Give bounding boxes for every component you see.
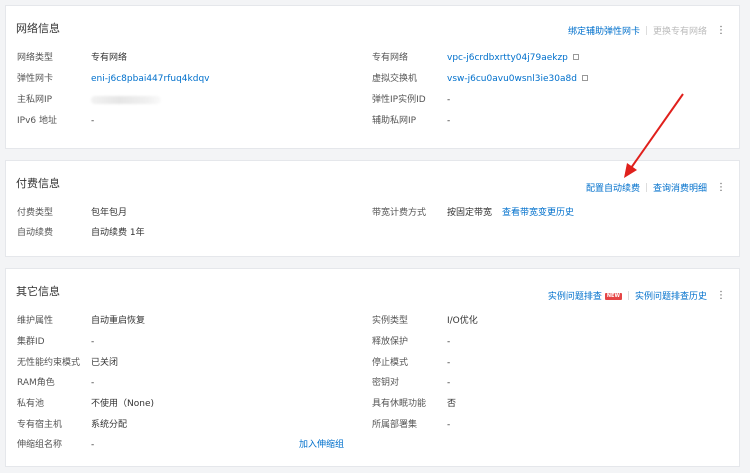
value-stop-mode: -: [447, 358, 451, 368]
bandwidth-history-link[interactable]: 查看带宽变更历史: [502, 207, 574, 219]
vswitch-id-text[interactable]: vsw-j6cu0avu0wsnl3ie30a8d: [447, 74, 577, 84]
value-private-pool: 不使用（None): [91, 399, 154, 409]
value-ram-role: -: [91, 378, 95, 388]
row-private-ip: 主私网IP 弹性IP实例ID -: [6, 94, 739, 106]
change-vpc-link[interactable]: 更换专有网络: [653, 24, 707, 37]
troubleshoot-link[interactable]: 实例问题排查 NEW: [548, 289, 622, 302]
value-vpc[interactable]: vpc-j6crdbxrtty04j79aekzp: [447, 52, 579, 64]
row-scaling-group: 伸缩组名称 - 加入伸缩组: [6, 439, 739, 451]
label-ipv6: IPv6 地址: [17, 116, 57, 126]
value-deployment-set: -: [447, 420, 451, 430]
billing-info-actions: 配置自动续费 查询消费明细 ⋮: [586, 181, 726, 195]
redacted-ip-blur: [91, 95, 161, 104]
bind-eni-link[interactable]: 绑定辅助弹性网卡: [568, 24, 640, 37]
divider: [627, 291, 629, 300]
value-auto-renew: 自动续费 1年: [91, 228, 145, 238]
external-link-icon[interactable]: [581, 74, 588, 81]
other-info-actions: 实例问题排查 NEW 实例问题排查历史 ⋮: [548, 289, 726, 303]
label-unlimited-mode: 无性能约束模式: [17, 358, 81, 368]
network-info-title: 网络信息: [16, 22, 60, 35]
row-network-type: 网络类型 专有网络 专有网络 vpc-j6crdbxrtty04j79aekzp: [6, 52, 739, 64]
label-bandwidth-billing: 带宽计费方式: [372, 208, 427, 218]
value-eip-id: -: [447, 95, 451, 105]
value-unlimited-mode: 已关闭: [91, 358, 119, 368]
label-private-pool: 私有池: [17, 399, 45, 409]
troubleshoot-history-link[interactable]: 实例问题排查历史: [635, 289, 707, 302]
value-key-pair: -: [447, 378, 451, 388]
other-info-card: 其它信息 实例问题排查 NEW 实例问题排查历史 ⋮ 维护属性 自动重启恢复 实例…: [5, 268, 740, 467]
row-dedicated-host: 专有宿主机 系统分配 所属部署集 -: [6, 419, 739, 431]
value-release-protection: -: [447, 337, 451, 347]
value-ipv6: -: [91, 116, 95, 126]
value-eni[interactable]: eni-j6c8pbai447rfuq4kdqv: [91, 73, 210, 85]
label-maintenance: 维护属性: [17, 316, 54, 326]
value-instance-type: I/O优化: [447, 316, 478, 326]
label-eni: 弹性网卡: [17, 74, 54, 84]
more-icon[interactable]: ⋮: [716, 291, 726, 301]
vpc-id-text[interactable]: vpc-j6crdbxrtty04j79aekzp: [447, 53, 568, 63]
value-pay-type: 包年包月: [91, 208, 128, 218]
new-badge: NEW: [604, 293, 622, 300]
label-key-pair: 密钥对: [372, 378, 400, 388]
row-ipv6: IPv6 地址 - 辅助私网IP -: [6, 115, 739, 127]
billing-info-card: 付费信息 配置自动续费 查询消费明细 ⋮ 付费类型 包年包月 带宽计费方式 按固…: [5, 160, 740, 257]
network-info-card: 网络信息 绑定辅助弹性网卡 更换专有网络 ⋮ 网络类型 专有网络 专有网络 vp…: [5, 5, 740, 149]
label-eip-id: 弹性IP实例ID: [372, 95, 426, 105]
billing-info-title: 付费信息: [16, 177, 60, 190]
value-network-type: 专有网络: [91, 53, 128, 63]
label-scaling-group: 伸缩组名称: [17, 440, 63, 450]
value-maintenance: 自动重启恢复: [91, 316, 146, 326]
divider: [645, 26, 647, 35]
label-instance-type: 实例类型: [372, 316, 409, 326]
label-hibernation: 具有休眠功能: [372, 399, 427, 409]
value-secondary-ip: -: [447, 116, 451, 126]
row-eni: 弹性网卡 eni-j6c8pbai447rfuq4kdqv 虚拟交换机 vsw-…: [6, 73, 739, 85]
value-private-ip-redacted: [91, 94, 161, 106]
value-dedicated-host: 系统分配: [91, 420, 128, 430]
external-link-icon[interactable]: [572, 53, 579, 60]
label-network-type: 网络类型: [17, 53, 54, 63]
value-vswitch[interactable]: vsw-j6cu0avu0wsnl3ie30a8d: [447, 73, 588, 85]
label-vpc: 专有网络: [372, 53, 409, 63]
label-private-ip: 主私网IP: [17, 95, 53, 105]
more-icon[interactable]: ⋮: [716, 183, 726, 193]
divider: [645, 183, 647, 192]
row-private-pool: 私有池 不使用（None) 具有休眠功能 否: [6, 398, 739, 410]
label-dedicated-host: 专有宿主机: [17, 420, 63, 430]
row-unlimited-mode: 无性能约束模式 已关闭 停止模式 -: [6, 357, 739, 369]
label-pay-type: 付费类型: [17, 208, 54, 218]
more-icon[interactable]: ⋮: [716, 26, 726, 36]
other-info-title: 其它信息: [16, 285, 60, 298]
label-cluster-id: 集群ID: [17, 337, 45, 347]
row-maintenance: 维护属性 自动重启恢复 实例类型 I/O优化: [6, 315, 739, 327]
row-auto-renew: 自动续费 自动续费 1年: [6, 227, 739, 239]
label-auto-renew: 自动续费: [17, 228, 54, 238]
value-cluster-id: -: [91, 337, 95, 347]
row-cluster-id: 集群ID - 释放保护 -: [6, 336, 739, 348]
row-pay-type: 付费类型 包年包月 带宽计费方式 按固定带宽 查看带宽变更历史: [6, 207, 739, 219]
value-scaling-group: -: [91, 440, 95, 450]
join-scaling-group-link[interactable]: 加入伸缩组: [299, 439, 344, 451]
label-release-protection: 释放保护: [372, 337, 409, 347]
label-secondary-ip: 辅助私网IP: [372, 116, 417, 126]
value-bandwidth-billing: 按固定带宽: [447, 208, 493, 218]
network-info-actions: 绑定辅助弹性网卡 更换专有网络 ⋮: [568, 24, 726, 38]
query-billing-detail-link[interactable]: 查询消费明细: [653, 181, 707, 194]
label-stop-mode: 停止模式: [372, 358, 409, 368]
label-vswitch: 虚拟交换机: [372, 74, 418, 84]
label-deployment-set: 所属部署集: [372, 420, 418, 430]
troubleshoot-label[interactable]: 实例问题排查: [548, 292, 602, 302]
configure-auto-renew-link[interactable]: 配置自动续费: [586, 181, 640, 194]
row-ram-role: RAM角色 - 密钥对 -: [6, 377, 739, 389]
label-ram-role: RAM角色: [17, 378, 55, 388]
value-hibernation: 否: [447, 399, 457, 409]
